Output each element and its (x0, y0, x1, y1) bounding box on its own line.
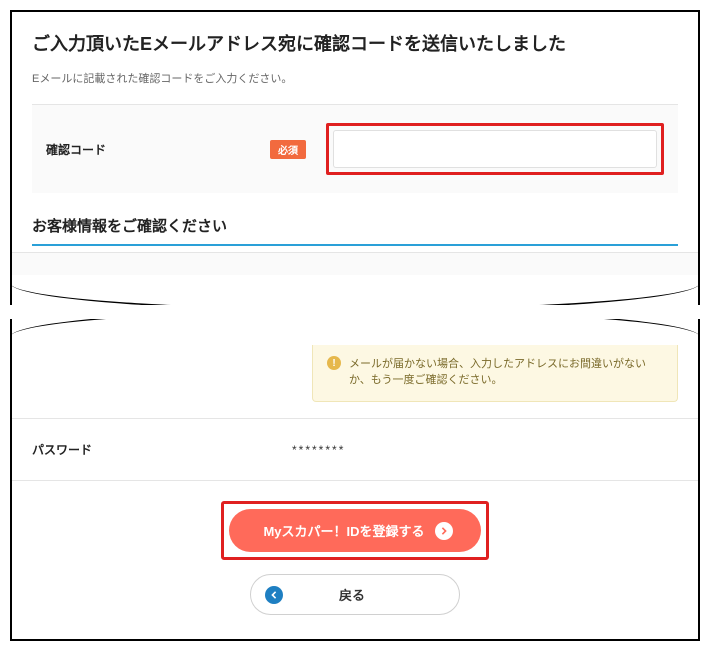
back-button-label: 戻る (305, 585, 399, 604)
confirm-code-label: 確認コード (46, 141, 106, 158)
chevron-left-icon (265, 586, 283, 604)
torn-edge-bottom (12, 275, 698, 295)
register-button[interactable]: Myスカパー！IDを登録する (229, 509, 480, 552)
confirmation-panel: ご入力頂いたEメールアドレス宛に確認コードを送信いたしました Eメールに記載され… (10, 10, 700, 305)
chevron-right-icon (435, 522, 453, 540)
warning-icon: ! (327, 356, 341, 370)
back-button[interactable]: 戻る (250, 574, 460, 615)
required-badge: 必須 (270, 140, 306, 159)
email-warning-notice: ! メールが届かない場合、入力したアドレスにお間違いがないか、もう一度ご確認くだ… (312, 345, 678, 402)
confirm-code-row: 確認コード 必須 (32, 104, 678, 193)
register-panel: ! メールが届かない場合、入力したアドレスにお間違いがないか、もう一度ご確認くだ… (10, 319, 700, 641)
instruction-text: Eメールに記載された確認コードをご入力ください。 (32, 70, 678, 86)
password-row: パスワード ******** (12, 418, 698, 481)
notice-text: メールが届かない場合、入力したアドレスにお間違いがないか、もう一度ご確認ください… (349, 355, 663, 387)
register-button-highlight: Myスカパー！IDを登録する (221, 501, 488, 560)
password-label: パスワード (32, 441, 292, 458)
customer-info-heading: お客様情報をご確認ください (32, 215, 678, 246)
truncated-row (12, 252, 698, 275)
register-button-label: Myスカパー！IDを登録する (263, 521, 424, 540)
confirm-code-highlight (326, 123, 664, 175)
torn-edge-top (12, 325, 698, 345)
password-masked-value: ******** (292, 443, 345, 457)
page-heading: ご入力頂いたEメールアドレス宛に確認コードを送信いたしました (32, 30, 678, 56)
confirm-code-input[interactable] (333, 130, 657, 168)
